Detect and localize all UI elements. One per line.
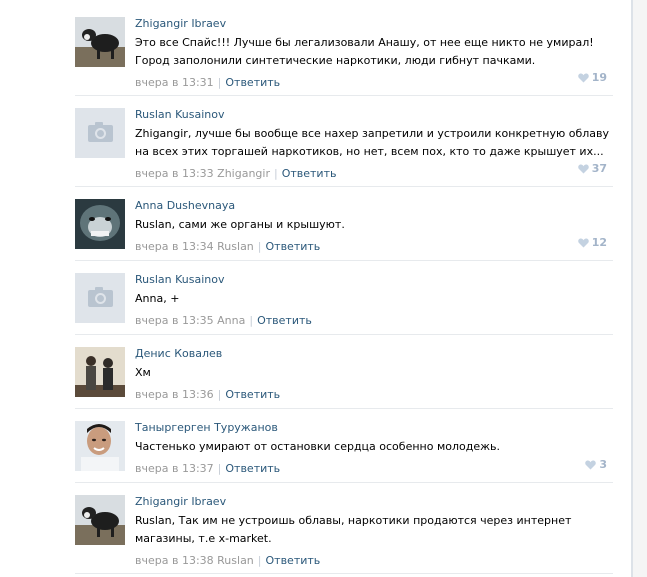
like-count: 3	[599, 458, 607, 471]
comment-time[interactable]: вчера в 13:37	[135, 462, 214, 475]
comment-time[interactable]: вчера в 13:33	[135, 167, 214, 180]
comment-text: Хм	[135, 366, 151, 379]
comment-author-link[interactable]: Денис Ковалев	[135, 347, 610, 361]
comment-time[interactable]: вчера в 13:38	[135, 554, 214, 567]
like-button[interactable]: 12	[577, 236, 607, 250]
comment-meta: вчера в 13:31 | Ответить	[135, 76, 610, 90]
people-photo-icon	[75, 347, 125, 397]
comment-body: Таныргерген Туружанов Частенько умирают …	[135, 421, 610, 476]
face-photo-icon	[75, 421, 125, 471]
avatar[interactable]	[75, 273, 125, 323]
comment-meta: вчера в 13:38 Ruslan | Ответить	[135, 554, 610, 568]
comment-time[interactable]: вчера в 13:34	[135, 240, 214, 253]
heart-icon	[577, 164, 589, 174]
comment-body: Zhigangir Ibraev Ruslan, Так им не устро…	[135, 495, 610, 568]
comment-author-link[interactable]: Ruslan Kusainov	[135, 273, 610, 287]
comment-author-link[interactable]: Anna Dushevnaya	[135, 199, 610, 213]
camera-icon	[75, 108, 125, 158]
comment-text: Ruslan, сами же органы и крышуют.	[135, 218, 345, 231]
like-count: 37	[591, 162, 607, 175]
comment-author-link[interactable]: Zhigangir Ibraev	[135, 495, 610, 509]
comment-author-link[interactable]: Таныргерген Туружанов	[135, 421, 610, 435]
comment-meta: вчера в 13:35 Anna | Ответить	[135, 314, 610, 328]
avatar[interactable]	[75, 17, 125, 67]
comment-item: Zhigangir Ibraev Это все Спайс!!! Лучше …	[75, 17, 613, 96]
comment-item: Таныргерген Туружанов Частенько умирают …	[75, 421, 613, 483]
avatar[interactable]	[75, 108, 125, 158]
comment-author-link[interactable]: Zhigangir Ibraev	[135, 17, 610, 31]
like-count: 12	[591, 236, 607, 249]
meta-separator: |	[217, 76, 222, 89]
reply-to-name[interactable]: Zhigangir	[217, 167, 270, 180]
like-button[interactable]: 37	[577, 162, 607, 176]
meta-separator: |	[217, 388, 222, 401]
comment-meta: вчера в 13:36 | Ответить	[135, 388, 610, 402]
comment-meta: вчера в 13:37 | Ответить	[135, 462, 610, 476]
like-count: 19	[591, 71, 607, 84]
comment-meta: вчера в 13:34 Ruslan | Ответить	[135, 240, 610, 254]
comment-body: Ruslan Kusainov Anna, + вчера в 13:35 An…	[135, 273, 610, 328]
comment-text: Anna, +	[135, 292, 180, 305]
comment-item: Денис Ковалев Хм вчера в 13:36 | Ответить	[75, 347, 613, 409]
comment-text: Частенько умирают от остановки сердца ос…	[135, 440, 500, 453]
comment-item: Anna Dushevnaya Ruslan, сами же органы и…	[75, 199, 613, 261]
reply-button[interactable]: Ответить	[225, 462, 280, 475]
reply-to-name[interactable]: Ruslan	[217, 240, 254, 253]
comment-time[interactable]: вчера в 13:35	[135, 314, 214, 327]
avatar[interactable]	[75, 495, 125, 545]
comment-item: Ruslan Kusainov Zhigangir, лучше бы вооб…	[75, 108, 613, 187]
avatar[interactable]	[75, 347, 125, 397]
comment-time[interactable]: вчера в 13:31	[135, 76, 214, 89]
reply-to-name[interactable]: Anna	[217, 314, 245, 327]
meta-separator: |	[257, 240, 262, 253]
comment-item: Ruslan Kusainov Anna, + вчера в 13:35 An…	[75, 273, 613, 335]
meta-separator: |	[273, 167, 278, 180]
like-button[interactable]: 3	[585, 458, 607, 472]
reply-button[interactable]: Ответить	[282, 167, 337, 180]
reply-button[interactable]: Ответить	[225, 76, 280, 89]
reply-button[interactable]: Ответить	[266, 554, 321, 567]
avatar[interactable]	[75, 421, 125, 471]
reply-to-name[interactable]: Ruslan	[217, 554, 254, 567]
page-left-margin	[0, 0, 18, 577]
page-right-margin	[633, 0, 647, 577]
comment-body: Ruslan Kusainov Zhigangir, лучше бы вооб…	[135, 108, 610, 181]
heart-icon	[577, 238, 589, 248]
meta-separator: |	[249, 314, 254, 327]
avatar[interactable]	[75, 199, 125, 249]
reply-button[interactable]: Ответить	[225, 388, 280, 401]
heart-icon	[585, 460, 597, 470]
comment-item: Zhigangir Ibraev Ruslan, Так им не устро…	[75, 495, 613, 574]
meta-separator: |	[217, 462, 222, 475]
comment-body: Zhigangir Ibraev Это все Спайс!!! Лучше …	[135, 17, 610, 90]
comment-body: Денис Ковалев Хм вчера в 13:36 | Ответить	[135, 347, 610, 402]
comment-text: Это все Спайс!!! Лучше бы легализовали А…	[135, 36, 594, 67]
comment-text: Ruslan, Так им не устроишь облавы, нарко…	[135, 514, 572, 545]
comment-meta: вчера в 13:33 Zhigangir | Ответить	[135, 167, 610, 181]
camera-icon	[75, 273, 125, 323]
meta-separator: |	[257, 554, 262, 567]
reply-button[interactable]: Ответить	[257, 314, 312, 327]
like-button[interactable]: 19	[577, 71, 607, 85]
dog-photo-icon	[75, 17, 125, 67]
lion-photo-icon	[75, 199, 125, 249]
dog-photo-icon	[75, 495, 125, 545]
reply-button[interactable]: Ответить	[266, 240, 321, 253]
comment-time[interactable]: вчера в 13:36	[135, 388, 214, 401]
comment-body: Anna Dushevnaya Ruslan, сами же органы и…	[135, 199, 610, 254]
heart-icon	[577, 73, 589, 83]
comment-text: Zhigangir, лучше бы вообще все нахер зап…	[135, 127, 609, 158]
comment-author-link[interactable]: Ruslan Kusainov	[135, 108, 610, 122]
